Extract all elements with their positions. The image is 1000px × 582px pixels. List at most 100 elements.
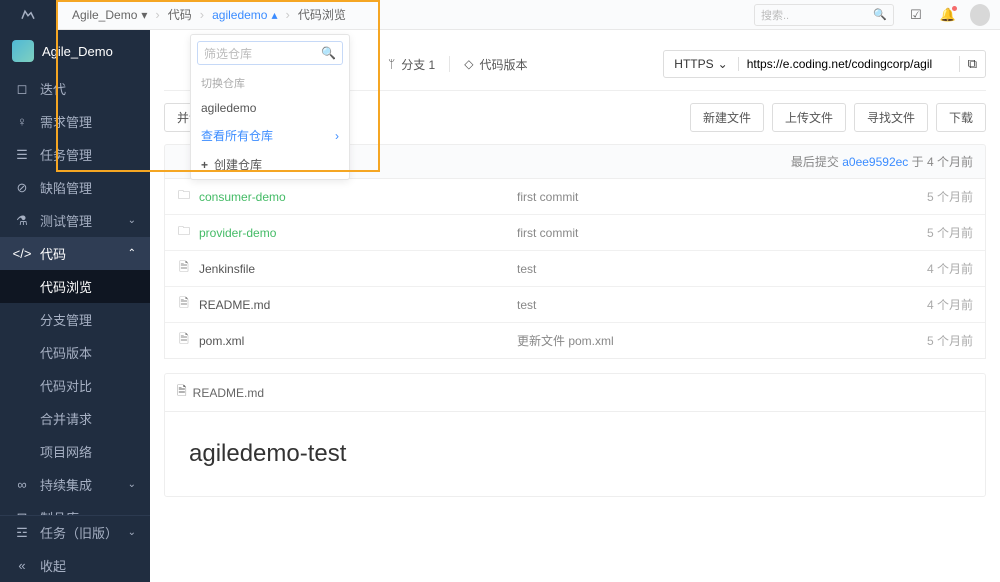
commit-hash[interactable]: a0ee9592ec: [842, 155, 908, 169]
nav-iteration[interactable]: ◻迭代: [0, 72, 150, 105]
commit-message: 更新文件 pom.xml: [517, 332, 893, 349]
switch-repo-label: 切换仓库: [191, 71, 349, 95]
flask-icon: ⚗: [14, 213, 30, 229]
caret-down-icon: ▾: [141, 8, 147, 22]
checkbox-icon[interactable]: ☑: [906, 5, 926, 25]
file-time: 5 个月前: [893, 188, 973, 205]
file-name: 🗎Jenkinsfile: [177, 258, 517, 279]
breadcrumb-sep: ›: [153, 7, 161, 22]
bell-icon[interactable]: 🔔: [938, 5, 958, 25]
file-time: 5 个月前: [893, 332, 973, 349]
chevron-down-icon: ⌄: [128, 479, 136, 490]
breadcrumb-code[interactable]: 代码: [162, 6, 198, 23]
download-button[interactable]: 下载: [936, 103, 986, 132]
repo-filter-input[interactable]: 筛选仓库🔍: [197, 41, 343, 65]
infinity-icon: ∞: [14, 477, 30, 492]
nav-code-browse[interactable]: 代码浏览: [0, 270, 150, 303]
commit-message: test: [517, 298, 893, 312]
nav-tasks[interactable]: ☰任务管理: [0, 138, 150, 171]
nav-requirements[interactable]: ♀需求管理: [0, 105, 150, 138]
logo[interactable]: [0, 0, 56, 30]
file-actions: 新建文件 上传文件 寻找文件 下载: [690, 103, 986, 132]
file-list: 🗀consumer-demo first commit 5 个月前 🗀provi…: [164, 179, 986, 359]
readme-heading: agiledemo-test: [189, 440, 961, 468]
readme-header: 🗎README.md: [165, 374, 985, 412]
project-name: Agile_Demo: [42, 44, 113, 59]
nav-tasks-old[interactable]: ☲任务（旧版）⌄: [0, 516, 150, 549]
file-time: 4 个月前: [893, 296, 973, 313]
nav-footer: ☲任务（旧版）⌄ «收起: [0, 515, 150, 582]
folder-icon: 🗀: [177, 186, 191, 207]
notification-dot: [952, 6, 957, 11]
create-repo[interactable]: +创建仓库: [191, 150, 349, 179]
bug-icon: ⊘: [14, 180, 30, 196]
nav-code-diff[interactable]: 代码对比: [0, 369, 150, 402]
nav-artifacts[interactable]: ⊞制品库⌄: [0, 501, 150, 515]
chevron-down-icon: ⌄: [128, 527, 136, 538]
avatar: [970, 4, 990, 26]
breadcrumb-browse[interactable]: 代码浏览: [292, 6, 352, 23]
file-name: 🗎README.md: [177, 294, 517, 315]
file-row[interactable]: 🗀consumer-demo first commit 5 个月前: [165, 179, 985, 215]
protocol-select[interactable]: HTTPS⌄: [664, 57, 738, 71]
nav-code[interactable]: </>代码⌃: [0, 237, 150, 270]
iteration-icon: ◻: [14, 81, 30, 97]
commit-message: first commit: [517, 226, 893, 240]
file-time: 5 个月前: [893, 224, 973, 241]
view-all-repos[interactable]: 查看所有仓库›: [191, 121, 349, 150]
file-icon: 🗎: [177, 258, 191, 279]
commit-message: test: [517, 262, 893, 276]
file-icon: 🗎: [177, 294, 191, 315]
file-name: 🗀consumer-demo: [177, 186, 517, 207]
file-row[interactable]: 🗎Jenkinsfile test 4 个月前: [165, 251, 985, 287]
breadcrumb-sep: ›: [198, 7, 206, 22]
file-time: 4 个月前: [893, 260, 973, 277]
branch-count[interactable]: ᛘ分支 1: [388, 56, 435, 73]
readme-body: agiledemo-test: [165, 412, 985, 496]
version-link[interactable]: ◇代码版本: [464, 56, 527, 73]
list-icon: ☲: [14, 525, 30, 541]
file-row[interactable]: 🗎pom.xml 更新文件 pom.xml 5 个月前: [165, 323, 985, 358]
file-name: 🗎pom.xml: [177, 330, 517, 351]
nav-ci[interactable]: ∞持续集成⌄: [0, 468, 150, 501]
copy-url-button[interactable]: ⧉: [959, 56, 985, 72]
nav-project-network[interactable]: 项目网络: [0, 435, 150, 468]
caret-up-icon: ▴: [271, 8, 277, 22]
last-commit-text: 最后提交 a0ee9592ec 于 4 个月前: [791, 153, 973, 170]
nav-merge-request[interactable]: 合并请求: [0, 402, 150, 435]
breadcrumb-root[interactable]: Agile_Demo▾: [66, 8, 153, 22]
repo-option-agiledemo[interactable]: agiledemo: [191, 95, 349, 121]
avatar-dropdown[interactable]: [970, 5, 990, 25]
upload-file-button[interactable]: 上传文件: [772, 103, 846, 132]
commit-message: first commit: [517, 190, 893, 204]
task-icon: ☰: [14, 147, 30, 163]
breadcrumb-repo[interactable]: agiledemo▴: [206, 8, 283, 22]
topbar: Agile_Demo▾ › 代码 › agiledemo▴ › 代码浏览 搜索.…: [56, 0, 1000, 30]
divider: [449, 56, 450, 72]
project-header[interactable]: Agile_Demo: [0, 30, 150, 72]
nav-branch-mgmt[interactable]: 分支管理: [0, 303, 150, 336]
file-icon: 🗎: [177, 330, 191, 351]
code-icon: </>: [14, 246, 30, 261]
nav-code-version[interactable]: 代码版本: [0, 336, 150, 369]
collapse-icon: «: [14, 558, 30, 573]
global-search[interactable]: 搜索..🔍: [754, 4, 894, 26]
new-file-button[interactable]: 新建文件: [690, 103, 764, 132]
breadcrumb-sep: ›: [284, 7, 292, 22]
nav: ◻迭代 ♀需求管理 ☰任务管理 ⊘缺陷管理 ⚗测试管理⌄ </>代码⌃ 代码浏览…: [0, 72, 150, 515]
file-row[interactable]: 🗎README.md test 4 个月前: [165, 287, 985, 323]
nav-bugs[interactable]: ⊘缺陷管理: [0, 171, 150, 204]
find-file-button[interactable]: 寻找文件: [854, 103, 928, 132]
clone-url-input[interactable]: [739, 57, 959, 71]
folder-icon: 🗀: [177, 222, 191, 243]
topbar-right: 搜索..🔍 ☑ 🔔: [754, 4, 990, 26]
nav-collapse[interactable]: «收起: [0, 549, 150, 582]
project-icon: [12, 40, 34, 62]
search-icon: 🔍: [873, 8, 887, 21]
chevron-down-icon: ⌄: [718, 57, 728, 71]
repo-switcher-popover: 筛选仓库🔍 切换仓库 agiledemo 查看所有仓库› +创建仓库: [190, 34, 350, 180]
search-icon: 🔍: [321, 46, 336, 60]
file-row[interactable]: 🗀provider-demo first commit 5 个月前: [165, 215, 985, 251]
copy-icon: ⧉: [968, 56, 977, 72]
nav-testing[interactable]: ⚗测试管理⌄: [0, 204, 150, 237]
